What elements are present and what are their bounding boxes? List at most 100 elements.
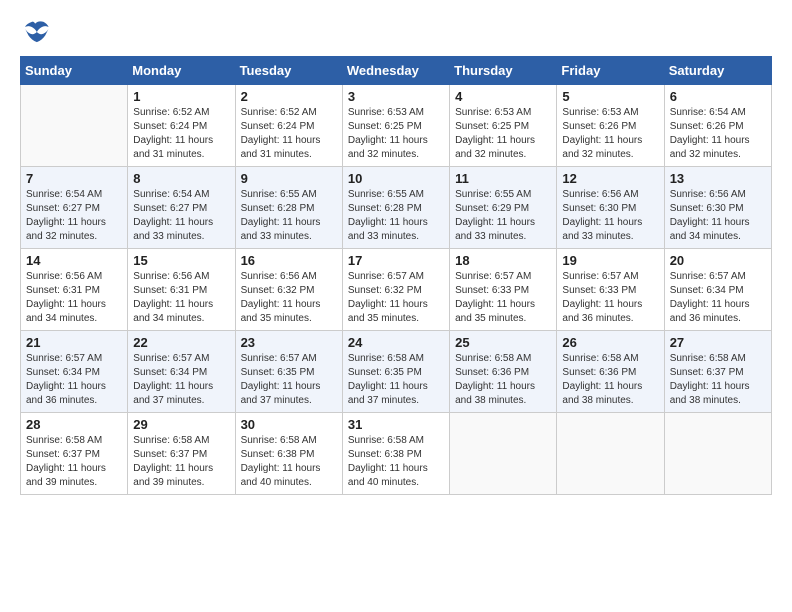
calendar-day-cell: 4 Sunrise: 6:53 AM Sunset: 6:25 PM Daylig… — [450, 85, 557, 167]
day-info: Sunrise: 6:53 AM Sunset: 6:26 PM Dayligh… — [562, 106, 659, 162]
day-of-week-header: Saturday — [664, 57, 771, 85]
day-number: 3 — [348, 89, 445, 104]
day-number: 6 — [670, 89, 767, 104]
day-number: 31 — [348, 417, 445, 432]
day-number: 26 — [562, 335, 659, 350]
day-info: Sunrise: 6:58 AM Sunset: 6:38 PM Dayligh… — [241, 434, 338, 490]
day-info: Sunrise: 6:57 AM Sunset: 6:32 PM Dayligh… — [348, 270, 445, 326]
day-number: 12 — [562, 171, 659, 186]
day-number: 19 — [562, 253, 659, 268]
day-info: Sunrise: 6:56 AM Sunset: 6:31 PM Dayligh… — [133, 270, 230, 326]
day-number: 21 — [26, 335, 123, 350]
logo-icon — [20, 18, 52, 46]
day-of-week-header: Monday — [128, 57, 235, 85]
day-of-week-header: Wednesday — [342, 57, 449, 85]
calendar-day-cell: 17Sunrise: 6:57 AM Sunset: 6:32 PM Dayli… — [342, 249, 449, 331]
calendar-day-cell: 15 Sunrise: 6:56 AM Sunset: 6:31 PM Dayli… — [128, 249, 235, 331]
calendar-day-cell: 29 Sunrise: 6:58 AM Sunset: 6:37 PM Dayli… — [128, 413, 235, 495]
day-number: 14 — [26, 253, 123, 268]
day-info: Sunrise: 6:57 AM Sunset: 6:33 PM Dayligh… — [455, 270, 552, 326]
day-number: 28 — [26, 417, 123, 432]
day-number: 9 — [241, 171, 338, 186]
day-number: 4 — [455, 89, 552, 104]
calendar-week-row: 21 Sunrise: 6:57 AM Sunset: 6:34 PM Dayli… — [21, 331, 772, 413]
day-number: 29 — [133, 417, 230, 432]
calendar-day-cell: 31 Sunrise: 6:58 AM Sunset: 6:38 PM Dayli… — [342, 413, 449, 495]
calendar-day-cell: 3 Sunrise: 6:53 AM Sunset: 6:25 PM Daylig… — [342, 85, 449, 167]
day-number: 8 — [133, 171, 230, 186]
day-number: 7 — [26, 171, 123, 186]
calendar-day-cell: 14Sunrise: 6:56 AM Sunset: 6:31 PM Dayli… — [21, 249, 128, 331]
calendar-day-cell: 30 Sunrise: 6:58 AM Sunset: 6:38 PM Dayli… — [235, 413, 342, 495]
calendar-day-cell — [557, 413, 664, 495]
day-number: 25 — [455, 335, 552, 350]
day-number: 1 — [133, 89, 230, 104]
day-info: Sunrise: 6:58 AM Sunset: 6:37 PM Dayligh… — [670, 352, 767, 408]
day-info: Sunrise: 6:54 AM Sunset: 6:27 PM Dayligh… — [133, 188, 230, 244]
calendar-week-row: 7 Sunrise: 6:54 AM Sunset: 6:27 PM Daylig… — [21, 167, 772, 249]
calendar-day-cell: 5Sunrise: 6:53 AM Sunset: 6:26 PM Daylig… — [557, 85, 664, 167]
calendar-day-cell: 23 Sunrise: 6:57 AM Sunset: 6:35 PM Dayli… — [235, 331, 342, 413]
calendar-day-cell: 24Sunrise: 6:58 AM Sunset: 6:35 PM Dayli… — [342, 331, 449, 413]
header — [20, 18, 772, 46]
day-info: Sunrise: 6:53 AM Sunset: 6:25 PM Dayligh… — [455, 106, 552, 162]
calendar-week-row: 14 Sunrise: 6:56 AM Sunset: 6:31 PM Dayli… — [21, 249, 772, 331]
day-info: Sunrise: 6:53 AM Sunset: 6:25 PM Dayligh… — [348, 106, 445, 162]
day-info: Sunrise: 6:58 AM Sunset: 6:36 PM Dayligh… — [455, 352, 552, 408]
calendar-day-cell: 11 Sunrise: 6:55 AM Sunset: 6:29 PM Dayli… — [450, 167, 557, 249]
day-number: 24 — [348, 335, 445, 350]
day-number: 16 — [241, 253, 338, 268]
day-info: Sunrise: 6:58 AM Sunset: 6:37 PM Dayligh… — [133, 434, 230, 490]
calendar-day-cell: 13Sunrise: 6:56 AM Sunset: 6:30 PM Dayli… — [664, 167, 771, 249]
calendar-day-cell: 16 Sunrise: 6:56 AM Sunset: 6:32 PM Dayli… — [235, 249, 342, 331]
day-number: 30 — [241, 417, 338, 432]
day-info: Sunrise: 6:56 AM Sunset: 6:30 PM Dayligh… — [670, 188, 767, 244]
calendar-day-cell: 7Sunrise: 6:54 AM Sunset: 6:27 PM Daylig… — [21, 167, 128, 249]
day-of-week-header: Tuesday — [235, 57, 342, 85]
day-of-week-header: Sunday — [21, 57, 128, 85]
calendar-day-cell — [21, 85, 128, 167]
calendar-day-cell: 19 Sunrise: 6:57 AM Sunset: 6:33 PM Dayli… — [557, 249, 664, 331]
day-info: Sunrise: 6:55 AM Sunset: 6:28 PM Dayligh… — [348, 188, 445, 244]
calendar-header-row: SundayMondayTuesdayWednesdayThursdayFrid… — [21, 57, 772, 85]
day-number: 23 — [241, 335, 338, 350]
day-info: Sunrise: 6:57 AM Sunset: 6:34 PM Dayligh… — [670, 270, 767, 326]
day-info: Sunrise: 6:56 AM Sunset: 6:30 PM Dayligh… — [562, 188, 659, 244]
calendar-day-cell: 22 Sunrise: 6:57 AM Sunset: 6:34 PM Dayli… — [128, 331, 235, 413]
day-number: 11 — [455, 171, 552, 186]
day-of-week-header: Thursday — [450, 57, 557, 85]
day-info: Sunrise: 6:57 AM Sunset: 6:34 PM Dayligh… — [133, 352, 230, 408]
calendar-day-cell — [664, 413, 771, 495]
calendar-day-cell: 28 Sunrise: 6:58 AM Sunset: 6:37 PM Dayli… — [21, 413, 128, 495]
calendar-day-cell: 2Sunrise: 6:52 AM Sunset: 6:24 PM Daylig… — [235, 85, 342, 167]
day-info: Sunrise: 6:58 AM Sunset: 6:37 PM Dayligh… — [26, 434, 123, 490]
calendar-day-cell: 27 Sunrise: 6:58 AM Sunset: 6:37 PM Dayli… — [664, 331, 771, 413]
calendar-day-cell: 12 Sunrise: 6:56 AM Sunset: 6:30 PM Dayli… — [557, 167, 664, 249]
day-info: Sunrise: 6:56 AM Sunset: 6:32 PM Dayligh… — [241, 270, 338, 326]
day-info: Sunrise: 6:52 AM Sunset: 6:24 PM Dayligh… — [241, 106, 338, 162]
calendar-week-row: 28 Sunrise: 6:58 AM Sunset: 6:37 PM Dayli… — [21, 413, 772, 495]
calendar-day-cell: 9 Sunrise: 6:55 AM Sunset: 6:28 PM Daylig… — [235, 167, 342, 249]
calendar-day-cell: 18 Sunrise: 6:57 AM Sunset: 6:33 PM Dayli… — [450, 249, 557, 331]
day-number: 10 — [348, 171, 445, 186]
day-info: Sunrise: 6:57 AM Sunset: 6:33 PM Dayligh… — [562, 270, 659, 326]
calendar-day-cell: 20 Sunrise: 6:57 AM Sunset: 6:34 PM Dayli… — [664, 249, 771, 331]
calendar-day-cell — [450, 413, 557, 495]
day-number: 15 — [133, 253, 230, 268]
page: SundayMondayTuesdayWednesdayThursdayFrid… — [0, 0, 792, 612]
calendar-day-cell: 6Sunrise: 6:54 AM Sunset: 6:26 PM Daylig… — [664, 85, 771, 167]
day-number: 18 — [455, 253, 552, 268]
day-number: 22 — [133, 335, 230, 350]
day-info: Sunrise: 6:57 AM Sunset: 6:35 PM Dayligh… — [241, 352, 338, 408]
calendar-day-cell: 8 Sunrise: 6:54 AM Sunset: 6:27 PM Daylig… — [128, 167, 235, 249]
calendar-day-cell: 21 Sunrise: 6:57 AM Sunset: 6:34 PM Dayli… — [21, 331, 128, 413]
day-info: Sunrise: 6:58 AM Sunset: 6:38 PM Dayligh… — [348, 434, 445, 490]
day-info: Sunrise: 6:55 AM Sunset: 6:29 PM Dayligh… — [455, 188, 552, 244]
calendar-day-cell: 25 Sunrise: 6:58 AM Sunset: 6:36 PM Dayli… — [450, 331, 557, 413]
day-number: 27 — [670, 335, 767, 350]
calendar-week-row: 1 Sunrise: 6:52 AM Sunset: 6:24 PM Daylig… — [21, 85, 772, 167]
day-info: Sunrise: 6:57 AM Sunset: 6:34 PM Dayligh… — [26, 352, 123, 408]
day-of-week-header: Friday — [557, 57, 664, 85]
day-info: Sunrise: 6:55 AM Sunset: 6:28 PM Dayligh… — [241, 188, 338, 244]
day-number: 20 — [670, 253, 767, 268]
